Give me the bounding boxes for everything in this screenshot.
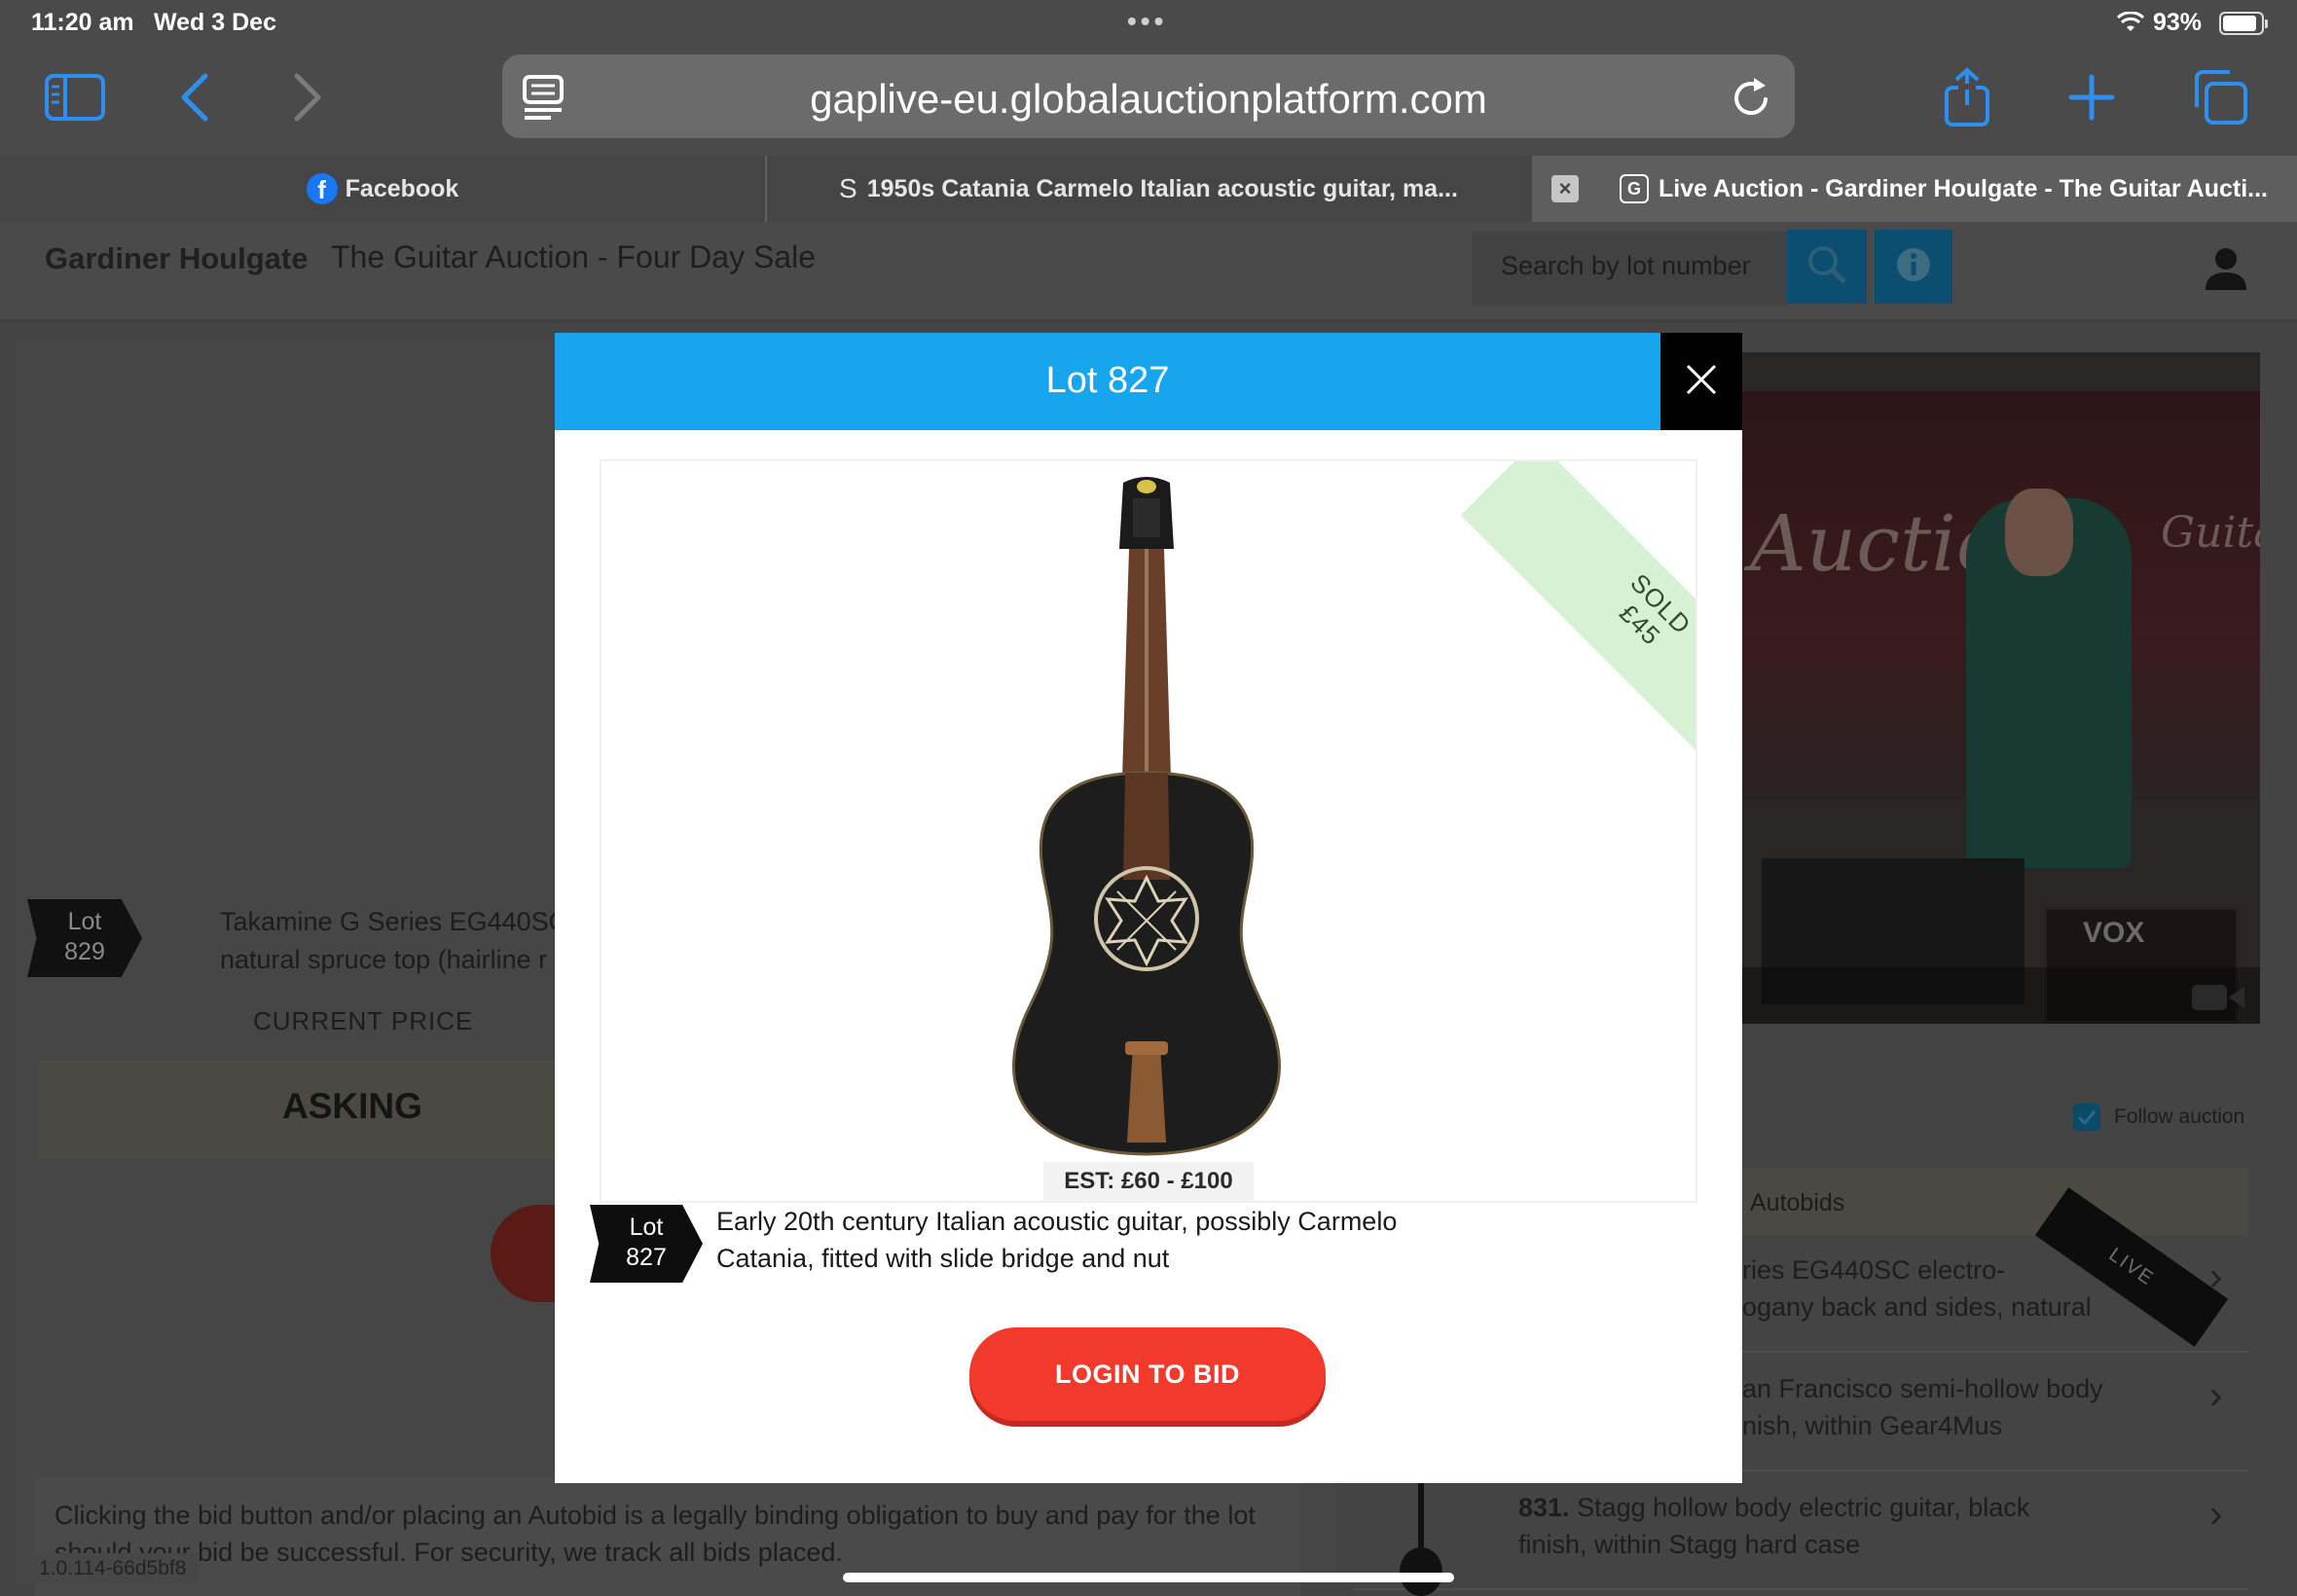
back-icon[interactable] bbox=[162, 66, 230, 128]
chevron-right-icon[interactable]: › bbox=[2209, 1374, 2222, 1418]
legal-notice: Clicking the bid button and/or placing a… bbox=[55, 1501, 1256, 1567]
address-bar[interactable]: gaplive-eu.globalauctionplatform.com bbox=[502, 54, 1795, 138]
tab-label: Live Auction - Gardiner Houlgate - The G… bbox=[1659, 174, 2268, 202]
modal-lot-tag: Lot 827 bbox=[590, 1205, 703, 1283]
clock: 11:20 am bbox=[31, 9, 134, 36]
list-item-text: ries EG440SC electro- ogany back and sid… bbox=[1742, 1255, 2092, 1322]
reload-icon[interactable] bbox=[1731, 74, 1773, 126]
lot-description: Early 20th century Italian acoustic guit… bbox=[716, 1207, 1398, 1273]
lot-number: 829 bbox=[64, 938, 105, 965]
list-item-text: 831. Stagg hollow body electric guitar, … bbox=[1518, 1493, 2030, 1559]
asking-label: ASKING bbox=[282, 1086, 422, 1126]
tab-catania-guitar[interactable]: S 1950s Catania Carmelo Italian acoustic… bbox=[767, 156, 1530, 222]
tab-favicon: S bbox=[839, 173, 857, 203]
close-tab-icon[interactable]: × bbox=[1551, 175, 1579, 202]
date: Wed 3 Dec bbox=[154, 9, 276, 36]
facebook-icon: f bbox=[306, 173, 338, 204]
tab-favicon: G bbox=[1620, 174, 1649, 203]
url-text: gaplive-eu.globalauctionplatform.com bbox=[810, 76, 1487, 122]
modal-title: Lot 827 bbox=[1045, 360, 1170, 401]
browser-toolbar: gaplive-eu.globalauctionplatform.com bbox=[0, 47, 2297, 156]
lot-image-frame: SOLD £45 EST: £60 - £100 bbox=[600, 459, 1697, 1203]
lot-number: 831. bbox=[1518, 1493, 1570, 1522]
follow-auction-label: Follow auction bbox=[2114, 1106, 2245, 1128]
tab-label: Facebook bbox=[345, 174, 459, 202]
search-button[interactable] bbox=[1787, 230, 1867, 304]
current-lot-tag: Lot 829 bbox=[27, 899, 142, 977]
multitasking-dots[interactable]: ••• bbox=[1127, 6, 1167, 37]
search-icon bbox=[1805, 243, 1848, 291]
autobids-tab[interactable]: Autobids bbox=[1750, 1189, 1844, 1217]
info-icon bbox=[1894, 245, 1933, 289]
current-lot-description: Takamine G Series EG440SC natural spruce… bbox=[220, 907, 568, 974]
amp-brand: VOX bbox=[2083, 917, 2145, 949]
status-bar: 11:20 am Wed 3 Dec ••• 93% bbox=[0, 0, 2297, 47]
auctioneer-name: Gardiner Houlgate bbox=[45, 241, 309, 275]
tabs-icon[interactable] bbox=[2186, 66, 2254, 128]
list-item-text: an Francisco semi-hollow body nish, with… bbox=[1742, 1374, 2103, 1440]
tab-facebook[interactable]: f Facebook bbox=[0, 156, 765, 222]
home-indicator[interactable] bbox=[843, 1573, 1454, 1582]
user-icon[interactable] bbox=[2202, 243, 2250, 297]
tab-bar: f Facebook S 1950s Catania Carmelo Itali… bbox=[0, 156, 2297, 222]
close-button[interactable] bbox=[1660, 333, 1742, 430]
info-button[interactable] bbox=[1875, 230, 1952, 304]
lot-detail-modal: Lot 827 SOLD £45 EST: £60 - £100 Lot 827… bbox=[555, 333, 1742, 1483]
banner-text-auction: Auctio bbox=[1750, 498, 2003, 589]
current-price-label: CURRENT PRICE bbox=[253, 1006, 474, 1035]
sidebar-icon[interactable] bbox=[41, 66, 109, 128]
new-tab-icon[interactable] bbox=[2058, 66, 2126, 128]
lot-label: Lot bbox=[629, 1214, 664, 1241]
wifi-icon bbox=[2116, 11, 2145, 40]
share-icon[interactable] bbox=[1933, 66, 2001, 128]
modal-header: Lot 827 bbox=[555, 333, 1660, 430]
battery-icon bbox=[2219, 12, 2268, 35]
lot-label: Lot bbox=[67, 908, 102, 935]
close-icon bbox=[1684, 362, 1719, 402]
camera-icon[interactable] bbox=[2192, 983, 2244, 1017]
version-label: 1.0.114-66d5bf8 bbox=[27, 1553, 199, 1584]
check-icon bbox=[2073, 1104, 2100, 1131]
banner-text-guitar: Guitar bbox=[2161, 508, 2260, 558]
login-to-bid-button[interactable]: LOGIN TO BID bbox=[969, 1327, 1326, 1421]
tab-live-auction[interactable]: G Live Auction - Gardiner Houlgate - The… bbox=[1532, 156, 2297, 222]
tab-label: 1950s Catania Carmelo Italian acoustic g… bbox=[866, 174, 1458, 202]
estimate-label: EST: £60 - £100 bbox=[1043, 1162, 1254, 1201]
lot-number: 827 bbox=[626, 1244, 667, 1271]
chevron-right-icon[interactable]: › bbox=[2209, 1493, 2222, 1537]
lot-search-input[interactable]: Search by lot number bbox=[1472, 232, 1787, 306]
follow-auction-toggle[interactable]: Follow auction bbox=[2073, 1104, 2244, 1131]
live-video-stream[interactable]: Auctio Guitar VOX bbox=[1742, 352, 2260, 1024]
video-control-bar bbox=[1742, 967, 2260, 1024]
forward-icon[interactable] bbox=[273, 66, 341, 128]
battery-percentage: 93% bbox=[2153, 9, 2203, 36]
auctioneer-head bbox=[2005, 489, 2073, 576]
page-header: Gardiner Houlgate The Guitar Auction - F… bbox=[0, 222, 2297, 323]
sale-title: The Guitar Auction - Four Day Sale bbox=[331, 239, 816, 274]
